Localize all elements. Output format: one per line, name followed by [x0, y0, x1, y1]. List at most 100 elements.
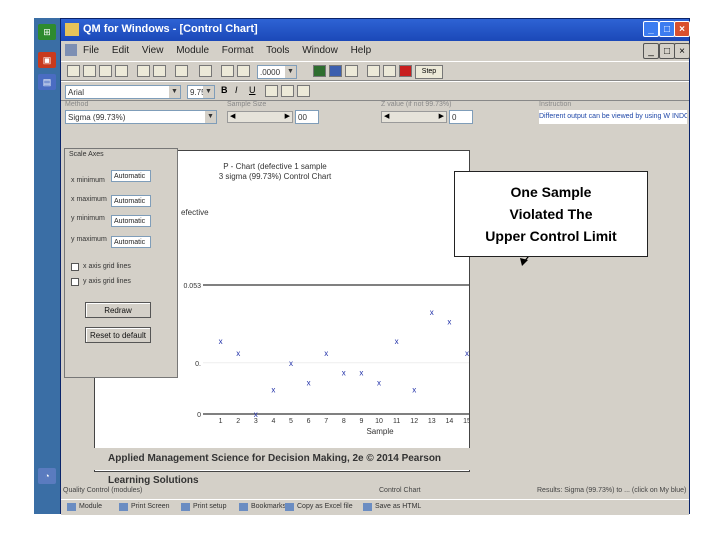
columns-icon[interactable] — [237, 65, 250, 77]
menu-view[interactable]: View — [142, 45, 164, 56]
violation-callout: One Sample Violated The Upper Control Li… — [454, 171, 648, 257]
document-icon — [65, 44, 77, 56]
start-icon[interactable]: ⊞ — [38, 24, 56, 40]
stop-icon[interactable] — [399, 65, 412, 77]
chevron-down-icon: ▼ — [285, 66, 296, 78]
menu-help[interactable]: Help — [351, 45, 372, 56]
paste-icon[interactable] — [153, 65, 166, 77]
underline-button[interactable]: U — [249, 85, 256, 95]
tray-icon[interactable]: ◔ — [38, 468, 56, 484]
task-save-html[interactable]: Save as HTML — [361, 501, 421, 513]
y-axis-label: efective — [181, 208, 209, 217]
method-select[interactable]: Sigma (99.73%) ▼ — [65, 110, 217, 124]
menu-file[interactable]: File — [83, 45, 99, 56]
step-button[interactable]: Step — [415, 65, 443, 79]
data-point: x — [289, 359, 293, 368]
menu-module[interactable]: Module — [176, 45, 209, 56]
doc-restore-button[interactable]: □ — [659, 43, 675, 59]
table-icon[interactable] — [199, 65, 212, 77]
x-tick-label: 13 — [428, 418, 436, 425]
task-buttons: Module Print Screen Print setup Bookmark… — [61, 499, 689, 515]
status-mid: Control Chart — [379, 487, 421, 494]
wizard-icon[interactable] — [345, 65, 358, 77]
x-max-label: x maximum — [71, 196, 107, 203]
title-bar[interactable]: QM for Windows - [Control Chart] _ □ × — [61, 19, 690, 41]
x-tick-label: 12 — [410, 418, 418, 425]
close-button[interactable]: × — [674, 21, 690, 37]
open-icon[interactable] — [83, 65, 96, 77]
align-left-icon[interactable] — [265, 85, 278, 97]
decimal-combo[interactable]: .0000 ▼ — [257, 65, 297, 79]
data-point: x — [307, 378, 311, 387]
reset-default-button[interactable]: Reset to default — [85, 327, 151, 343]
callout-line: Upper Control Limit — [485, 228, 617, 244]
y-max-input[interactable]: Automatic — [111, 236, 151, 248]
print-icon[interactable] — [115, 65, 128, 77]
x-tick-label: 11 — [393, 418, 400, 425]
app-icon — [65, 23, 79, 36]
x-tick-label: 7 — [324, 418, 328, 425]
chevron-down-icon: ▼ — [205, 111, 216, 123]
task-bookmarks[interactable]: Bookmarks — [237, 501, 286, 513]
menu-tools[interactable]: Tools — [266, 45, 289, 56]
task-module[interactable]: Module — [65, 501, 102, 513]
menu-window[interactable]: Window — [302, 45, 338, 56]
y-min-input[interactable]: Automatic — [111, 215, 151, 227]
align-center-icon[interactable] — [281, 85, 294, 97]
x-min-input[interactable]: Automatic — [111, 170, 151, 182]
y-tick-label: 0.053 — [183, 283, 201, 290]
x-max-input[interactable]: Automatic — [111, 195, 151, 207]
format-toolbar: Arial ▼ 9.75 ▼ B I U — [61, 81, 689, 101]
parameter-bar: Method Sigma (99.73%) ▼ Sample Size ◀ ▶ 00… — [61, 101, 689, 129]
data-point: x — [236, 349, 240, 358]
z-value-spinner[interactable]: ◀ ▶ — [381, 111, 447, 123]
save-icon[interactable] — [99, 65, 112, 77]
minimize-button[interactable]: _ — [643, 21, 659, 37]
data-point: x — [377, 378, 381, 387]
sample-size-spinner[interactable]: ◀ ▶ — [227, 111, 293, 123]
status-right: Results: Sigma (99.73%) to ... (click on… — [537, 487, 687, 494]
x-min-label: x minimum — [71, 177, 105, 184]
task-print-setup[interactable]: Print setup — [179, 501, 226, 513]
y-min-label: y minimum — [71, 215, 105, 222]
menu-format[interactable]: Format — [222, 45, 254, 56]
scale-axes-title: Scale Axes — [69, 151, 104, 158]
solve-icon[interactable] — [313, 65, 326, 77]
x-grid-checkbox[interactable] — [71, 263, 79, 271]
copy-icon[interactable] — [137, 65, 150, 77]
align-icon[interactable] — [221, 65, 234, 77]
y-tick-label: 0. — [195, 361, 201, 368]
font-combo[interactable]: Arial ▼ — [65, 85, 181, 99]
menu-edit[interactable]: Edit — [112, 45, 129, 56]
x-tick-label: 8 — [342, 418, 346, 425]
help-icon[interactable] — [367, 65, 380, 77]
calculator-icon[interactable] — [383, 65, 396, 77]
z-value-field[interactable]: 0 — [449, 110, 473, 124]
restore-button[interactable]: □ — [659, 21, 675, 37]
grid-icon[interactable] — [175, 65, 188, 77]
menu-bar: File Edit View Module Format Tools Windo… — [61, 41, 690, 61]
scale-axes-panel: Scale Axes x minimum Automatic x maximum… — [64, 148, 178, 378]
y-grid-checkbox[interactable] — [71, 278, 79, 286]
new-icon[interactable] — [67, 65, 80, 77]
task-print-screen[interactable]: Print Screen — [117, 501, 170, 513]
chart-icon[interactable] — [329, 65, 342, 77]
doc-minimize-button[interactable]: _ — [643, 43, 659, 59]
x-tick-label: 5 — [289, 418, 293, 425]
task-copy-excel[interactable]: Copy as Excel file — [283, 501, 353, 513]
copyright-footer: Applied Management Science for Decision … — [94, 448, 470, 486]
italic-button[interactable]: I — [235, 85, 238, 95]
align-right-icon[interactable] — [297, 85, 310, 97]
redraw-button[interactable]: Redraw — [85, 302, 151, 318]
chevron-down-icon: ▼ — [203, 86, 214, 98]
desktop-app-icon[interactable]: ▣ — [38, 52, 56, 68]
font-size-combo[interactable]: 9.75 ▼ — [187, 85, 215, 99]
sample-size-label: Sample Size — [227, 101, 267, 108]
doc-close-button[interactable]: × — [674, 43, 690, 59]
sample-size-field[interactable]: 00 — [295, 110, 319, 124]
callout-line: Violated The — [509, 206, 593, 222]
method-label: Method — [65, 101, 89, 108]
desktop-app-icon[interactable]: ▤ — [38, 74, 56, 90]
bold-button[interactable]: B — [221, 85, 228, 95]
data-point: x — [447, 318, 451, 327]
